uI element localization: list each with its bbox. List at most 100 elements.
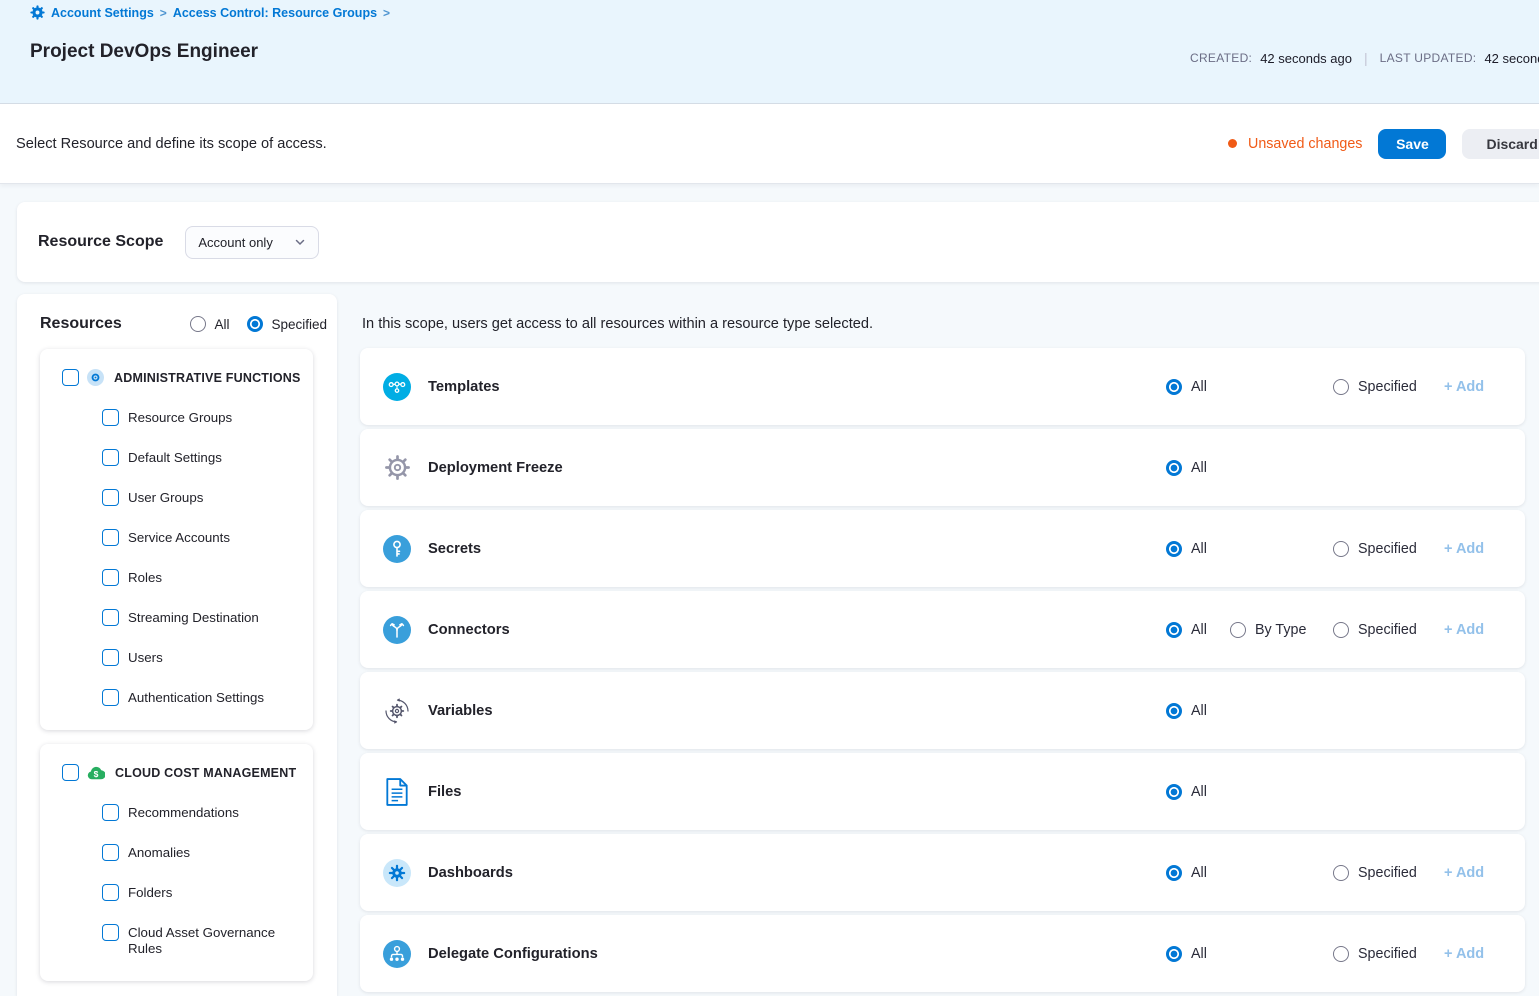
scope-option-all[interactable]: All: [1166, 379, 1207, 395]
add-button[interactable]: + Add: [1444, 541, 1484, 557]
radio-icon[interactable]: [190, 316, 206, 332]
resource-row: Variables All: [360, 672, 1525, 749]
radio-selected-icon[interactable]: [1166, 541, 1182, 557]
scope-option-all[interactable]: All: [1166, 460, 1207, 476]
resource-scope-dropdown[interactable]: Account only: [185, 226, 319, 259]
group-checkbox[interactable]: [62, 369, 79, 386]
resource-group-header[interactable]: ADMINISTRATIVE FUNCTIONS: [40, 369, 313, 386]
option-label: By Type: [1255, 622, 1306, 638]
radio-selected-icon[interactable]: [247, 316, 263, 332]
resource-type-checkbox-item[interactable]: Anomalies: [102, 844, 301, 861]
unsaved-changes-dot-icon: [1228, 139, 1237, 148]
unsaved-changes-text: Unsaved changes: [1248, 136, 1362, 152]
radio-icon[interactable]: [1333, 379, 1349, 395]
resource-type-checkbox-item[interactable]: Users: [102, 649, 301, 666]
radio-selected-icon[interactable]: [1166, 865, 1182, 881]
resource-row: Deployment FreezeAll: [360, 429, 1525, 506]
resource-row-label: Variables: [428, 703, 493, 719]
group-title: ADMINISTRATIVE FUNCTIONS: [114, 371, 301, 385]
radio-icon[interactable]: [1333, 622, 1349, 638]
item-label: Users: [128, 649, 163, 666]
radio-icon[interactable]: [1333, 541, 1349, 557]
resources-filter-specified-radio[interactable]: Specified: [247, 316, 327, 332]
scope-option-all[interactable]: All: [1166, 622, 1207, 638]
item-checkbox[interactable]: [102, 804, 119, 821]
scope-option-all[interactable]: All: [1166, 703, 1207, 719]
option-label: All: [1191, 946, 1207, 962]
add-button[interactable]: + Add: [1444, 865, 1484, 881]
resource-row: DashboardsAllSpecified+ Add: [360, 834, 1525, 911]
group-checkbox[interactable]: [62, 764, 79, 781]
resource-scope-label: Resource Scope: [38, 233, 163, 251]
breadcrumb-link-access-control-resource-groups[interactable]: Access Control: Resource Groups: [173, 6, 377, 20]
resource-type-checkbox-item[interactable]: Resource Groups: [102, 409, 301, 426]
resource-type-checkbox-item[interactable]: Cloud Asset Governance Rules: [102, 924, 301, 957]
created-label: CREATED:: [1190, 51, 1252, 65]
resources-filter-specified-label: Specified: [271, 317, 327, 332]
radio-selected-icon[interactable]: [1166, 946, 1182, 962]
item-checkbox[interactable]: [102, 529, 119, 546]
resource-type-checkbox-item[interactable]: Roles: [102, 569, 301, 586]
radio-selected-icon[interactable]: [1166, 703, 1182, 719]
secrets-icon: [383, 535, 411, 563]
resource-row: Delegate ConfigurationsAllSpecified+ Add: [360, 915, 1525, 992]
resource-type-checkbox-item[interactable]: User Groups: [102, 489, 301, 506]
item-label: Resource Groups: [128, 409, 232, 426]
radio-selected-icon[interactable]: [1166, 379, 1182, 395]
item-checkbox[interactable]: [102, 844, 119, 861]
delegate-configurations-icon: [383, 940, 411, 968]
resource-type-checkbox-item[interactable]: Authentication Settings: [102, 689, 301, 706]
item-checkbox[interactable]: [102, 884, 119, 901]
item-checkbox[interactable]: [102, 489, 119, 506]
add-button[interactable]: + Add: [1444, 946, 1484, 962]
breadcrumb-separator: >: [160, 6, 167, 20]
scope-option-specified[interactable]: Specified: [1333, 946, 1417, 962]
resource-type-checkbox-item[interactable]: Default Settings: [102, 449, 301, 466]
radio-icon[interactable]: [1333, 946, 1349, 962]
item-checkbox[interactable]: [102, 689, 119, 706]
scope-option-specified[interactable]: Specified: [1333, 865, 1417, 881]
resource-type-checkbox-item[interactable]: Folders: [102, 884, 301, 901]
scope-option-by-type[interactable]: By Type: [1230, 622, 1306, 638]
radio-selected-icon[interactable]: [1166, 622, 1182, 638]
item-checkbox[interactable]: [102, 649, 119, 666]
item-checkbox[interactable]: [102, 569, 119, 586]
option-label: All: [1191, 379, 1207, 395]
variables-icon: [383, 697, 411, 725]
add-button[interactable]: + Add: [1444, 622, 1484, 638]
resource-group-header[interactable]: $CLOUD COST MANAGEMENT: [40, 764, 313, 781]
option-label: All: [1191, 784, 1207, 800]
discard-button[interactable]: Discard: [1462, 129, 1539, 159]
option-label: Specified: [1358, 541, 1417, 557]
scope-option-all[interactable]: All: [1166, 865, 1207, 881]
resource-type-checkbox-item[interactable]: Streaming Destination: [102, 609, 301, 626]
radio-icon[interactable]: [1333, 865, 1349, 881]
radio-selected-icon[interactable]: [1166, 460, 1182, 476]
save-button[interactable]: Save: [1378, 129, 1446, 159]
radio-selected-icon[interactable]: [1166, 784, 1182, 800]
radio-icon[interactable]: [1230, 622, 1246, 638]
breadcrumb-separator: >: [383, 6, 390, 20]
item-checkbox[interactable]: [102, 409, 119, 426]
item-checkbox[interactable]: [102, 609, 119, 626]
resource-type-checkbox-item[interactable]: Service Accounts: [102, 529, 301, 546]
option-label: Specified: [1358, 946, 1417, 962]
scope-option-specified[interactable]: Specified: [1333, 379, 1417, 395]
resource-group-card: $CLOUD COST MANAGEMENT Recommendations Ano…: [40, 744, 313, 981]
resources-filter-all-radio[interactable]: All: [190, 316, 229, 332]
breadcrumb-link-account-settings[interactable]: Account Settings: [51, 6, 154, 20]
scope-option-specified[interactable]: Specified: [1333, 622, 1417, 638]
admin-functions-icon: [87, 369, 104, 386]
item-checkbox[interactable]: [102, 449, 119, 466]
scope-option-all[interactable]: All: [1166, 541, 1207, 557]
resource-type-checkbox-item[interactable]: Recommendations: [102, 804, 301, 821]
scope-option-all[interactable]: All: [1166, 784, 1207, 800]
item-checkbox[interactable]: [102, 924, 119, 941]
created-value: 42 seconds ago: [1260, 51, 1352, 66]
scope-option-all[interactable]: All: [1166, 946, 1207, 962]
scope-description: Select Resource and define its scope of …: [16, 136, 327, 152]
add-button[interactable]: + Add: [1444, 379, 1484, 395]
main-column: In this scope, users get access to all r…: [360, 294, 1539, 996]
last-updated-label: LAST UPDATED:: [1380, 51, 1477, 65]
scope-option-specified[interactable]: Specified: [1333, 541, 1417, 557]
